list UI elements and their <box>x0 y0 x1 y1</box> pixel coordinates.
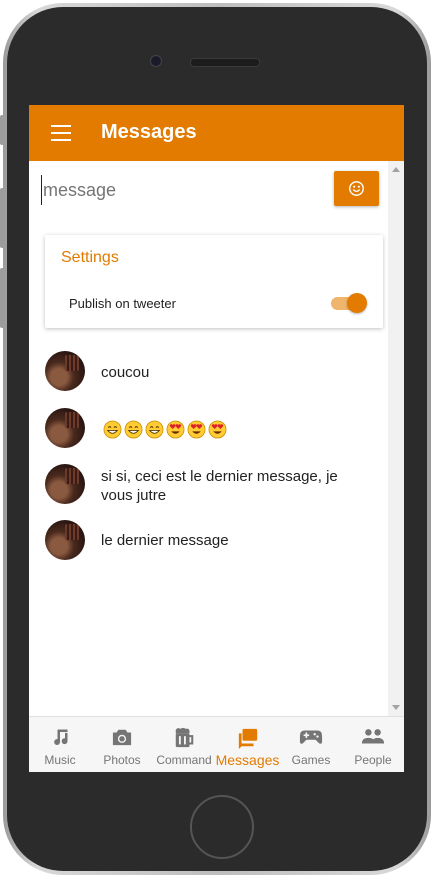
nav-label: Games <box>291 753 331 767</box>
emoji-button[interactable] <box>334 171 379 206</box>
front-camera <box>150 55 162 67</box>
home-button[interactable] <box>190 795 254 859</box>
people-icon <box>361 729 385 744</box>
page-title: Messages <box>101 121 197 143</box>
publish-tweeter-label: Publish on tweeter <box>69 296 176 311</box>
avatar <box>45 408 85 448</box>
heart-eyes-icon <box>187 420 206 439</box>
nav-games[interactable]: Games <box>280 717 342 772</box>
smiley-icon <box>349 181 364 196</box>
nav-messages[interactable]: Messages <box>215 717 280 772</box>
nav-music[interactable]: Music <box>29 717 91 772</box>
nav-command[interactable]: Command <box>153 717 215 772</box>
grinning-face-icon <box>103 420 122 439</box>
grinning-face-icon <box>145 420 164 439</box>
grinning-face-icon <box>124 420 143 439</box>
toggle-knob <box>347 293 367 313</box>
message-text: le dernier message <box>101 532 229 549</box>
mute-switch <box>0 115 4 145</box>
scroll-up-arrow-icon[interactable] <box>392 167 400 172</box>
music-note-icon <box>54 729 68 745</box>
app-bar: Messages <box>29 105 404 161</box>
volume-up-button <box>0 188 4 248</box>
scroll-down-arrow-icon[interactable] <box>392 705 400 710</box>
heart-eyes-icon <box>166 420 185 439</box>
publish-tweeter-toggle[interactable] <box>331 293 367 313</box>
message-input[interactable] <box>41 175 325 205</box>
message-text: si si, ceci est le dernier message, je v… <box>101 468 338 504</box>
settings-title: Settings <box>61 249 119 266</box>
chat-icon <box>238 728 257 749</box>
emoji-message <box>103 420 227 439</box>
hamburger-menu-icon[interactable] <box>51 125 71 141</box>
nav-label: Photos <box>103 753 141 767</box>
nav-photos[interactable]: Photos <box>91 717 153 772</box>
avatar <box>45 464 85 504</box>
avatar <box>45 351 85 391</box>
camera-icon <box>112 729 132 746</box>
bottom-navigation: Music Photos Command Messages Games Peop… <box>29 716 404 772</box>
avatar <box>45 520 85 560</box>
messages-content: Settings Publish on tweeter coucou <box>29 161 388 716</box>
beer-mug-icon <box>175 727 194 748</box>
nav-label: Command <box>156 753 212 767</box>
speaker-grill <box>190 58 260 67</box>
app-screen: Messages Settings Publish on tweeter cou… <box>29 105 404 772</box>
heart-eyes-icon <box>208 420 227 439</box>
message-text: coucou <box>101 364 150 381</box>
nav-label: Messages <box>215 752 280 768</box>
nav-label: Music <box>44 753 76 767</box>
settings-card: Settings Publish on tweeter <box>45 235 383 328</box>
scrollbar[interactable] <box>388 161 404 716</box>
volume-down-button <box>0 268 4 328</box>
nav-label: People <box>354 753 392 767</box>
gamepad-icon <box>299 730 323 744</box>
nav-people[interactable]: People <box>342 717 404 772</box>
